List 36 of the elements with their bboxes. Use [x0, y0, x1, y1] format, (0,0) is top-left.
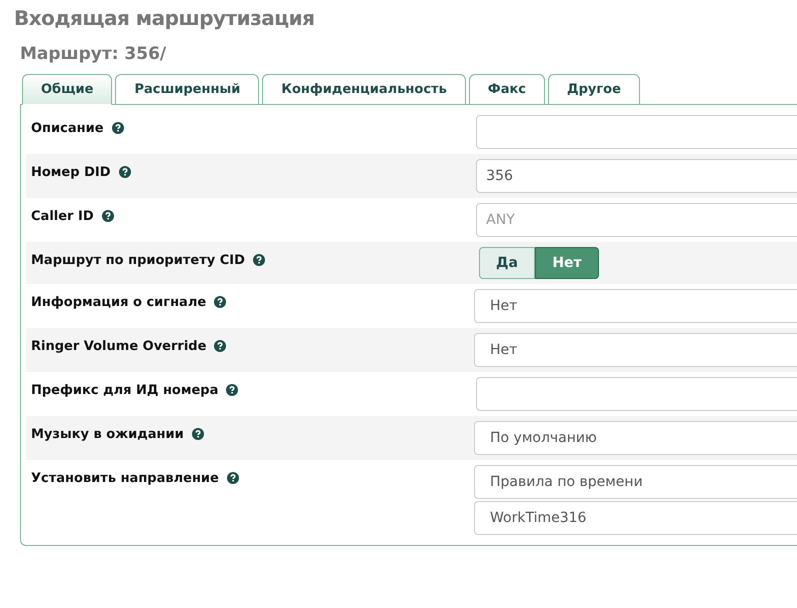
help-icon[interactable]	[192, 428, 204, 440]
select-field[interactable]: По умолчанию	[474, 421, 797, 455]
select-field[interactable]: WorkTime316	[474, 501, 797, 535]
select-field[interactable]: Нет	[474, 289, 797, 323]
text-field[interactable]	[476, 377, 797, 411]
field-label: Номер DID	[31, 164, 111, 182]
help-icon[interactable]	[214, 296, 226, 308]
field-label: Caller ID	[31, 208, 94, 226]
field-label: Описание	[31, 120, 104, 138]
toggle-option[interactable]: Да	[479, 247, 535, 279]
field-label: Префикс для ИД номера	[31, 382, 218, 400]
text-field[interactable]: ANY	[476, 203, 797, 237]
tab[interactable]: Факс	[468, 74, 545, 105]
field-label: Ringer Volume Override	[31, 338, 206, 356]
toggle-option[interactable]: Нет	[535, 247, 599, 279]
field-label: Маршрут по приоритету CID	[31, 252, 245, 270]
tab[interactable]: Расширенный	[115, 74, 260, 105]
help-icon[interactable]	[112, 122, 124, 134]
help-icon[interactable]	[214, 340, 226, 352]
field-label: Установить направление	[31, 470, 219, 488]
text-field[interactable]	[476, 115, 797, 149]
tab[interactable]: Другое	[548, 74, 640, 105]
help-icon[interactable]	[102, 210, 114, 222]
help-icon[interactable]	[226, 384, 238, 396]
help-icon[interactable]	[252, 254, 265, 266]
help-icon[interactable]	[226, 472, 239, 484]
help-icon[interactable]	[118, 166, 131, 178]
field-label: Информация о сигнале	[31, 294, 206, 312]
field-label: Музыку в ожидании	[31, 426, 184, 444]
select-field[interactable]: Правила по времени	[474, 465, 797, 499]
text-field[interactable]: 356	[476, 159, 797, 193]
select-field[interactable]: Нет	[474, 333, 797, 367]
page-title: Входящая маршрутизация	[14, 5, 314, 32]
tab[interactable]: Общие	[22, 74, 112, 105]
tab[interactable]: Конфиденциальность	[262, 74, 466, 105]
route-title: Маршрут: 356/	[20, 43, 168, 66]
